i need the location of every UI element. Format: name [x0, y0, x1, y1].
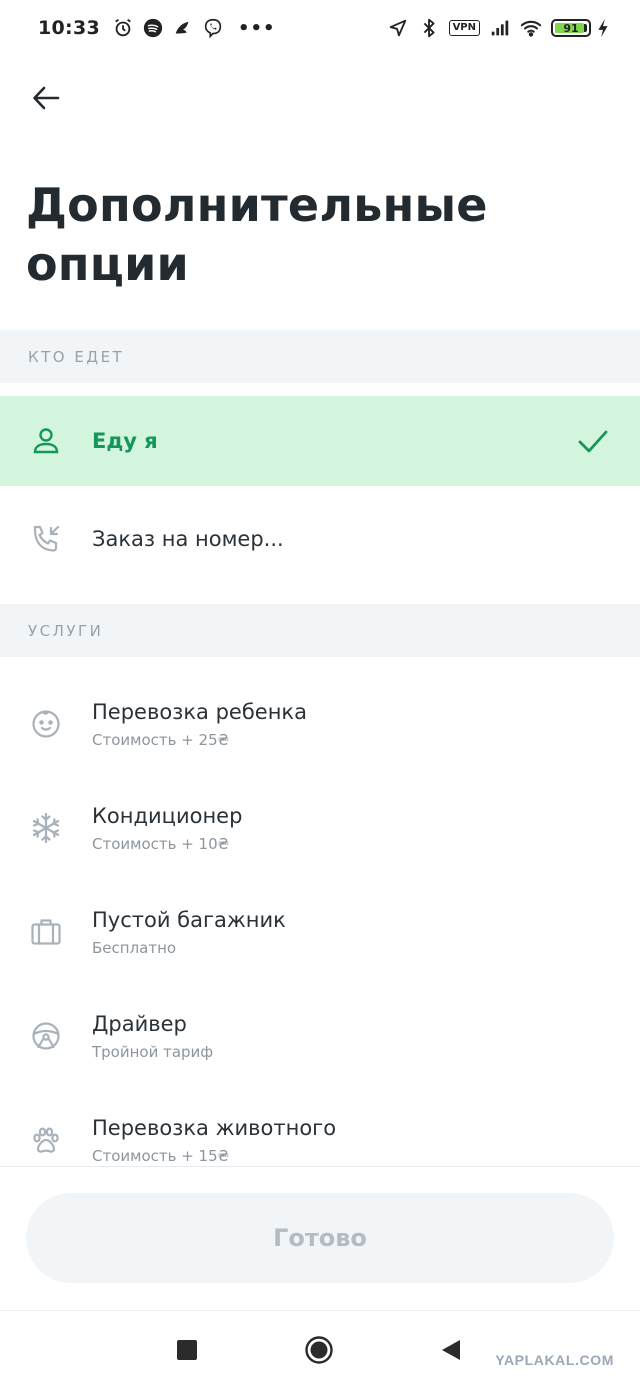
service-title: Драйвер — [92, 1011, 187, 1036]
option-self-label: Еду я — [92, 429, 158, 453]
section-header-who: КТО ЕДЕТ — [0, 330, 640, 383]
service-title: Кондиционер — [92, 803, 243, 828]
service-air-conditioner-text: Кондиционер Стоимость + 10₴ — [92, 802, 242, 855]
battery-level: 91 — [563, 21, 579, 35]
square-icon — [177, 1340, 197, 1360]
system-nav-bar: YAPLAKAL.COM — [0, 1310, 640, 1388]
child-face-icon — [28, 706, 64, 742]
charging-icon — [596, 17, 610, 39]
option-self[interactable]: Еду я — [0, 396, 640, 486]
service-price: Стоимость + 10₴ — [92, 834, 230, 853]
service-air-conditioner[interactable]: Кондиционер Стоимость + 10₴ — [0, 776, 640, 880]
service-animal-transport-text: Перевозка животного Стоимость + 15₴ — [92, 1114, 336, 1167]
paw-icon — [28, 1122, 64, 1158]
home-circle-icon — [305, 1336, 333, 1364]
bottom-panel: Готово — [0, 1166, 640, 1311]
battery-icon: 91 — [551, 19, 591, 37]
alarm-icon — [112, 17, 134, 39]
vpn-badge: VPN — [448, 20, 480, 36]
service-title: Перевозка животного — [92, 1115, 337, 1140]
battery-indicator: 91 — [551, 19, 591, 37]
back-button[interactable] — [24, 76, 68, 120]
service-title: Перевозка ребенка — [92, 699, 307, 724]
more-notifications-icon: ••• — [237, 17, 276, 39]
steering-wheel-icon — [28, 1018, 64, 1054]
signal-icon — [489, 17, 511, 39]
recent-apps-button[interactable] — [170, 1333, 204, 1367]
phone-incoming-icon — [28, 521, 64, 557]
spotify-icon — [142, 17, 164, 39]
service-price: Тройной тариф — [92, 1042, 214, 1061]
home-button[interactable] — [302, 1333, 336, 1367]
suitcase-icon — [28, 914, 64, 950]
status-left: 10:33 ••• — [38, 17, 276, 39]
service-child-transport[interactable]: Перевозка ребенка Стоимость + 25₴ — [0, 672, 640, 776]
person-icon — [28, 423, 64, 459]
service-title: Пустой багажник — [92, 907, 286, 932]
location-icon — [387, 17, 409, 39]
wifi-icon — [520, 17, 542, 39]
service-empty-trunk[interactable]: Пустой багажник Бесплатно — [0, 880, 640, 984]
service-driver[interactable]: Драйвер Тройной тариф — [0, 984, 640, 1088]
bluetooth-icon — [418, 17, 440, 39]
watermark: YAPLAKAL.COM — [495, 1352, 614, 1368]
service-driver-text: Драйвер Тройной тариф — [92, 1010, 213, 1063]
done-button[interactable]: Готово — [26, 1193, 614, 1283]
service-child-transport-text: Перевозка ребенка Стоимость + 25₴ — [92, 698, 307, 751]
check-icon — [578, 430, 608, 453]
triangle-back-icon — [442, 1340, 460, 1360]
option-order-for-number[interactable]: Заказ на номер... — [0, 494, 640, 584]
section-header-services: УСЛУГИ — [0, 604, 640, 657]
service-price: Бесплатно — [92, 938, 177, 957]
service-empty-trunk-text: Пустой багажник Бесплатно — [92, 906, 286, 959]
page-title: Дополнительные опции — [26, 178, 488, 291]
service-price: Стоимость + 15₴ — [92, 1146, 230, 1165]
status-time: 10:33 — [38, 17, 100, 39]
service-price: Стоимость + 25₴ — [92, 730, 230, 749]
snowflake-icon — [28, 810, 64, 846]
status-right: VPN 91 — [387, 17, 610, 39]
system-back-button[interactable] — [434, 1333, 468, 1367]
option-order-for-number-label: Заказ на номер... — [92, 527, 284, 551]
arrow-left-icon — [33, 86, 60, 110]
viber-icon — [202, 17, 224, 39]
notification-app-icon — [172, 17, 194, 39]
status-bar: 10:33 ••• VPN 91 — [0, 0, 640, 56]
